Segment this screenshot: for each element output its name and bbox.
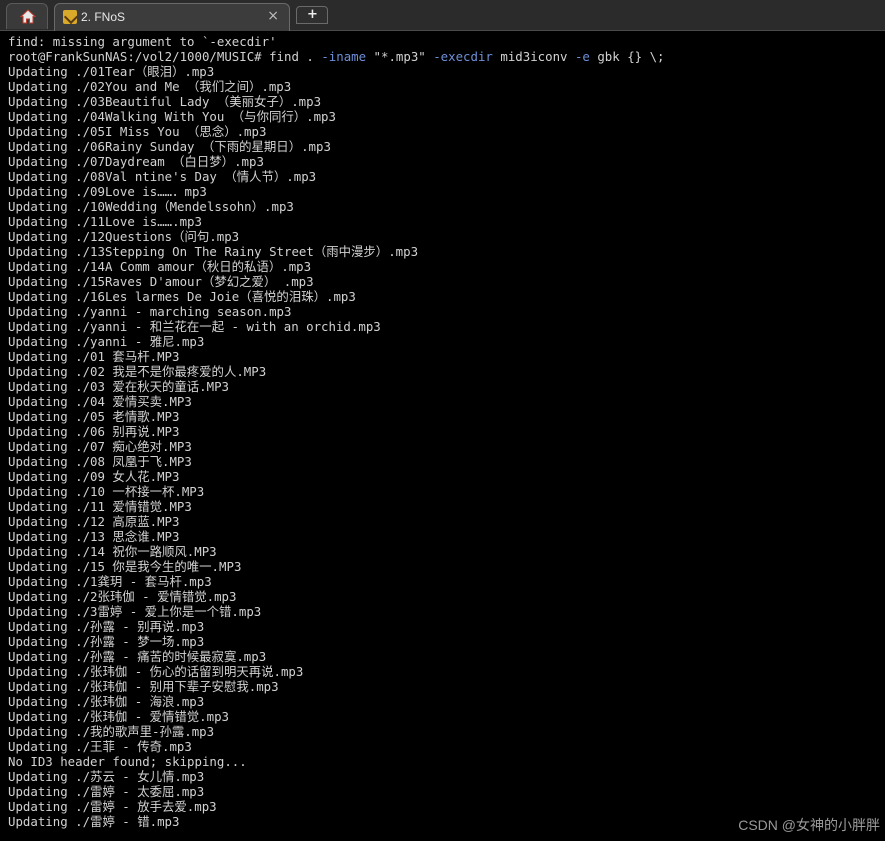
output-line: Updating ./03Beautiful Lady （美丽女子）.mp3 xyxy=(8,94,322,109)
output-line: Updating ./04 爱情买卖.MP3 xyxy=(8,394,192,409)
output-line: Updating ./11Love is…….mp3 xyxy=(8,214,202,229)
output-line: find: missing argument to `-execdir' xyxy=(8,34,277,49)
output-line: Updating ./03 爱在秋天的童话.MP3 xyxy=(8,379,230,394)
output-line: Updating ./11 爱情错觉.MP3 xyxy=(8,499,192,514)
tab-fnos[interactable]: 2. FNoS × xyxy=(54,3,290,31)
output-line: Updating ./3雷婷 - 爱上你是一个错.mp3 xyxy=(8,604,262,619)
output-line: Updating ./10Wedding（Mendelssohn）.mp3 xyxy=(8,199,294,214)
output-line: Updating ./雷婷 - 放手去爱.mp3 xyxy=(8,799,217,814)
output-line: Updating ./13 思念谁.MP3 xyxy=(8,529,180,544)
output-line: Updating ./07Daydream （白日梦）.mp3 xyxy=(8,154,264,169)
output-line: Updating ./15 你是我今生的唯一.MP3 xyxy=(8,559,242,574)
output-line: Updating ./yanni - 和兰花在一起 - with an orch… xyxy=(8,319,381,334)
output-line: Updating ./09 女人花.MP3 xyxy=(8,469,180,484)
output-line: Updating ./12 高原蓝.MP3 xyxy=(8,514,180,529)
command-text: mid3iconv xyxy=(492,49,575,64)
output-line: No ID3 header found; skipping... xyxy=(8,754,247,769)
output-line: Updating ./雷婷 - 太委屈.mp3 xyxy=(8,784,205,799)
output-line: Updating ./13Stepping On The Rainy Stree… xyxy=(8,244,419,259)
output-line: Updating ./张玮伽 - 海浪.mp3 xyxy=(8,694,205,709)
output-line: Updating ./yanni - 雅尼.mp3 xyxy=(8,334,205,349)
output-line: Updating ./2张玮伽 - 爱情错觉.mp3 xyxy=(8,589,237,604)
terminal-window: 2. FNoS × + find: missing argument to `-… xyxy=(0,0,885,841)
output-line: Updating ./14 祝你一路顺风.MP3 xyxy=(8,544,217,559)
output-line: Updating ./苏云 - 女儿情.mp3 xyxy=(8,769,205,784)
output-line: Updating ./孙露 - 别再说.mp3 xyxy=(8,619,205,634)
output-line: Updating ./yanni - marching season.mp3 xyxy=(8,304,292,319)
output-line: Updating ./01Tear（眼泪）.mp3 xyxy=(8,64,215,79)
command-text: gbk {} \; xyxy=(589,49,665,64)
output-line: Updating ./08Val ntine's Day （情人节）.mp3 xyxy=(8,169,317,184)
command-option: -execdir xyxy=(433,49,493,64)
output-line: Updating ./孙露 - 痛苦的时候最寂寞.mp3 xyxy=(8,649,267,664)
output-line: Updating ./张玮伽 - 别用下辈子安慰我.mp3 xyxy=(8,679,279,694)
command-option: -e xyxy=(574,49,590,64)
tab-bar: 2. FNoS × + xyxy=(0,0,885,31)
wrench-icon xyxy=(63,10,77,24)
command-text: "*.mp3" xyxy=(366,49,434,64)
command-text: root@FrankSunNAS:/vol2/1000/MUSIC# find … xyxy=(8,49,322,64)
output-line: Updating ./我的歌声里-孙露.mp3 xyxy=(8,724,215,739)
output-line: Updating ./王菲 - 传奇.mp3 xyxy=(8,739,192,754)
new-tab-button[interactable]: + xyxy=(296,6,328,24)
output-line: Updating ./04Walking With You （与你同行）.mp3 xyxy=(8,109,336,124)
home-icon xyxy=(20,9,36,24)
output-line: Updating ./07 痴心绝对.MP3 xyxy=(8,439,192,454)
home-tab[interactable] xyxy=(6,3,48,29)
output-line: Updating ./01 套马杆.MP3 xyxy=(8,349,180,364)
output-line: Updating ./15Raves D'amour（梦幻之爱） .mp3 xyxy=(8,274,314,289)
output-line: Updating ./12Questions（问句.mp3 xyxy=(8,229,240,244)
plus-icon: + xyxy=(307,7,318,22)
output-line: Updating ./05I Miss You （思念）.mp3 xyxy=(8,124,267,139)
output-line: Updating ./05 老情歌.MP3 xyxy=(8,409,180,424)
output-line: Updating ./张玮伽 - 爱情错觉.mp3 xyxy=(8,709,230,724)
watermark: CSDN @女神的小胖胖 xyxy=(738,817,880,833)
command-line: root@FrankSunNAS:/vol2/1000/MUSIC# find … xyxy=(8,49,878,64)
output-line: Updating ./02 我是不是你最疼爱的人.MP3 xyxy=(8,364,267,379)
output-line: Updating ./1龚玥 - 套马杆.mp3 xyxy=(8,574,212,589)
tab-title: 2. FNoS xyxy=(81,10,126,24)
output-line: Updating ./10 一杯接一杯.MP3 xyxy=(8,484,205,499)
command-option: -iname xyxy=(321,49,367,64)
output-line: Updating ./09Love is……．mp3 xyxy=(8,184,207,199)
output-line: Updating ./张玮伽 - 伤心的话留到明天再说.mp3 xyxy=(8,664,304,679)
output-line: Updating ./08 凤凰于飞.MP3 xyxy=(8,454,192,469)
output-line: Updating ./孙露 - 梦一场.mp3 xyxy=(8,634,205,649)
output-line: Updating ./14A Comm amour（秋日的私语）.mp3 xyxy=(8,259,312,274)
output-line: Updating ./06 别再说.MP3 xyxy=(8,424,180,439)
output-line: Updating ./06Rainy Sunday （下雨的星期日）.mp3 xyxy=(8,139,331,154)
terminal-output[interactable]: find: missing argument to `-execdir' root… xyxy=(8,34,878,834)
output-line: Updating ./16Les larmes De Joie（喜悦的泪珠）.m… xyxy=(8,289,356,304)
close-icon[interactable]: × xyxy=(267,8,279,24)
output-line: Updating ./02You and Me （我们之间）.mp3 xyxy=(8,79,292,94)
